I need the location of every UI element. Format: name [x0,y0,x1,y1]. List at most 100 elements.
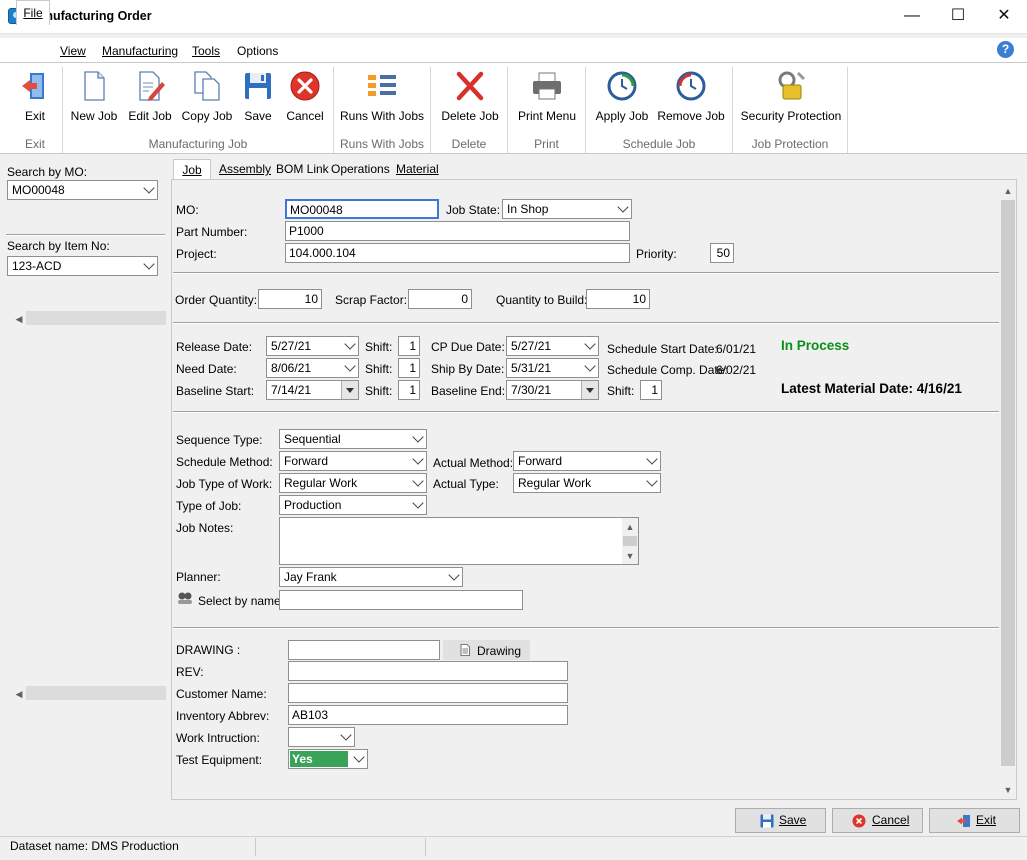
scroll-left-arrow-icon[interactable]: ◀ [11,689,27,700]
menu-view[interactable]: View [60,44,86,58]
job-state-value: In Shop [507,202,549,216]
ribbon-new-job-label: New Job [70,109,118,123]
need-date-picker[interactable]: 8/06/21 [266,358,359,378]
job-type-of-work-combo[interactable]: Regular Work [279,473,427,493]
ribbon-exit-button[interactable]: Exit [10,65,60,125]
rev-input[interactable] [288,661,568,681]
chevron-down-icon [412,431,424,443]
customer-name-label: Customer Name: [176,687,267,701]
ribbon-cancel-button[interactable]: Cancel [283,65,327,125]
ribbon-copy-job-button[interactable]: Copy Job [180,65,234,125]
footer-cancel-button[interactable]: Cancel [832,808,923,833]
part-number-label: Part Number: [176,225,248,239]
actual-method-combo[interactable]: Forward [513,451,661,471]
ribbon-group-schedule-job: Schedule Job [622,137,696,151]
scroll-down-arrow-icon[interactable]: ▼ [1000,785,1016,795]
tab-job[interactable]: Job [173,159,211,179]
new-document-icon [84,71,105,101]
search-by-item-combo[interactable]: 123-ACD [7,256,158,276]
footer-exit-button[interactable]: Exit [929,808,1020,833]
ribbon-delete-job-label: Delete Job [441,109,499,123]
actual-type-combo[interactable]: Regular Work [513,473,661,493]
tab-assembly[interactable]: Assembly [215,159,275,179]
chevron-down-icon [617,201,629,213]
left-panel-hscroll-bottom[interactable] [26,686,166,700]
maximize-button[interactable]: ☐ [935,0,981,32]
release-shift-input[interactable]: 1 [398,336,420,356]
job-notes-textarea[interactable] [279,517,639,565]
schedule-method-combo[interactable]: Forward [279,451,427,471]
ribbon-runs-with-jobs-button[interactable]: Runs With Jobs [340,65,424,125]
type-of-job-combo[interactable]: Production [279,495,427,515]
ribbon-new-job-button[interactable]: New Job [68,65,120,125]
minimize-button[interactable]: — [889,0,935,32]
customer-name-input[interactable] [288,683,568,703]
quantity-to-build-input[interactable]: 10 [586,289,650,309]
ribbon-security-protection-button[interactable]: Security Protection [740,65,842,125]
tab-material[interactable]: Material [392,159,443,179]
release-date-picker[interactable]: 5/27/21 [266,336,359,356]
people-search-icon[interactable] [177,591,193,605]
menu-options[interactable]: Options [237,44,278,58]
ship-by-date-picker[interactable]: 5/31/21 [506,358,599,378]
scroll-left-arrow-icon[interactable]: ◀ [11,314,27,325]
chevron-down-icon [412,453,424,465]
chevron-down-icon [353,751,365,763]
work-instruction-combo[interactable] [288,727,355,747]
order-quantity-input[interactable]: 10 [258,289,322,309]
close-window-button[interactable]: ✕ [981,0,1027,32]
footer-save-button[interactable]: Save [735,808,826,833]
ribbon-print-menu-button[interactable]: Print Menu [514,65,580,125]
apply-schedule-icon [607,71,637,101]
job-type-of-work-value: Regular Work [284,476,358,490]
project-input[interactable]: 104.000.104 [285,243,630,263]
inventory-abbrev-input[interactable]: AB103 [288,705,568,725]
ribbon-edit-job-label: Edit Job [128,109,172,123]
test-equipment-combo[interactable]: Yes [288,749,368,769]
drawing-button[interactable]: Drawing [443,640,530,660]
lock-key-icon [778,71,806,100]
cp-due-date-picker[interactable]: 5/27/21 [506,336,599,356]
baseline-start-picker[interactable]: 7/14/21 [266,380,359,400]
planner-combo[interactable]: Jay Frank [279,567,463,587]
form-scroll-thumb[interactable] [1001,200,1015,766]
priority-label: Priority: [636,247,677,261]
part-number-input[interactable]: P1000 [285,221,630,241]
document-icon [460,644,470,656]
section-divider [173,411,999,413]
inventory-abbrev-label: Inventory Abbrev: [176,709,270,723]
scroll-down-arrow-icon[interactable]: ▼ [622,551,638,561]
priority-input[interactable]: 50 [710,243,734,263]
work-instruction-label: Work Intruction: [176,731,260,745]
ribbon-save-button[interactable]: Save [236,65,280,125]
help-icon[interactable]: ? [997,41,1014,58]
ribbon-delete-job-button[interactable]: Delete Job [438,65,502,125]
tab-operations[interactable]: Operations [327,159,394,179]
sequence-type-combo[interactable]: Sequential [279,429,427,449]
menu-tools-label: Tools [192,44,221,58]
scrap-factor-input[interactable]: 0 [408,289,472,309]
scroll-up-arrow-icon[interactable]: ▲ [1000,186,1016,196]
menu-tools[interactable]: Tools [192,44,220,58]
menu-manufacturing[interactable]: Manufacturing [102,44,178,58]
edit-document-icon [139,71,165,101]
search-by-mo-combo[interactable]: MO00048 [7,180,158,200]
baseline-end-shift-input[interactable]: 1 [640,380,662,400]
menu-file[interactable]: File [16,0,50,25]
ribbon-edit-job-button[interactable]: Edit Job [124,65,176,125]
job-notes-scroll-thumb[interactable] [623,536,637,546]
scroll-up-arrow-icon[interactable]: ▲ [622,522,638,532]
select-by-name-input[interactable] [279,590,523,610]
drawing-input[interactable] [288,640,440,660]
mo-input[interactable]: MO00048 [285,199,439,219]
baseline-end-picker[interactable]: 7/30/21 [506,380,599,400]
job-state-combo[interactable]: In Shop [502,199,632,219]
need-shift-input[interactable]: 1 [398,358,420,378]
left-panel-hscroll-top[interactable] [26,311,166,325]
schedule-comp-date-value: 6/02/21 [716,363,757,377]
menu-file-label: File [23,6,43,20]
baseline-shift-input[interactable]: 1 [398,380,420,400]
ribbon-remove-job-button[interactable]: Remove Job [656,65,726,125]
ribbon-apply-job-button[interactable]: Apply Job [592,65,652,125]
tab-bom-link[interactable]: BOM Link [272,159,333,179]
